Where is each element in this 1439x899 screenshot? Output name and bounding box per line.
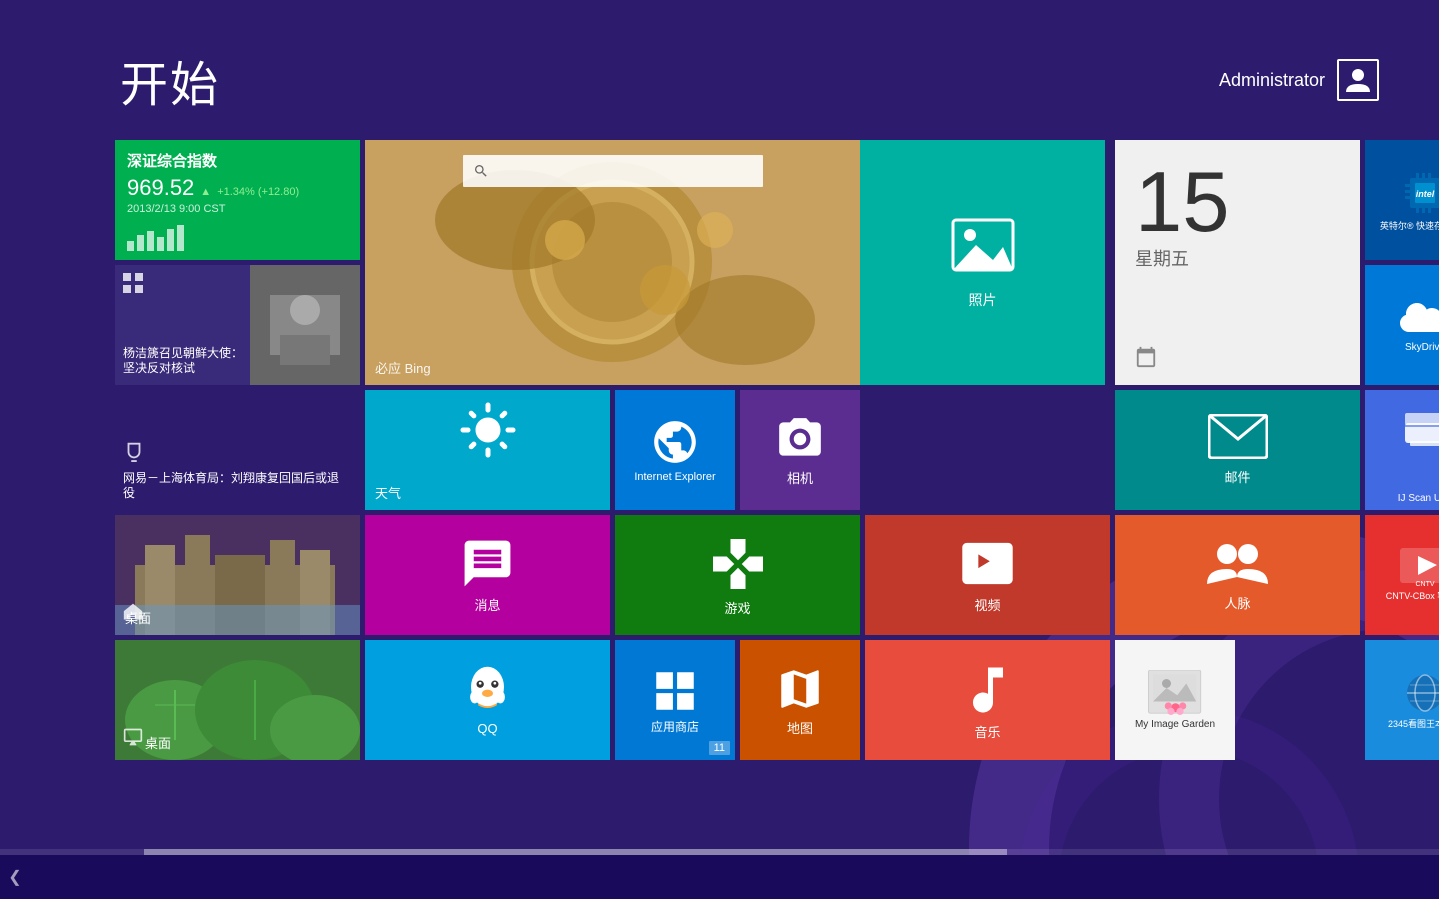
skydrive-icon: [1398, 298, 1439, 338]
games-tile[interactable]: 游戏: [615, 515, 860, 635]
people-icon: [1205, 539, 1270, 589]
calendar-tile[interactable]: 15 星期五: [1115, 140, 1360, 385]
games-icon: [708, 534, 768, 594]
user-info[interactable]: Administrator: [1219, 59, 1379, 101]
maps-label: 地图: [787, 718, 813, 737]
stock-change: +1.34% (+12.80): [217, 186, 299, 198]
taskbar: ❮: [0, 855, 1439, 899]
camera-tile[interactable]: 相机: [740, 390, 860, 510]
skydrive-label: SkyDrive: [1405, 342, 1439, 353]
camera-label: 相机: [787, 468, 813, 487]
username-label: Administrator: [1219, 70, 1325, 91]
calendar-number: 15: [1135, 160, 1340, 245]
mail-tile[interactable]: 邮件: [1115, 390, 1360, 510]
desktop-icon: [123, 727, 143, 752]
calendar-day: 星期五: [1135, 245, 1340, 271]
stock-tile[interactable]: 深证综合指数 969.52 ▲ +1.34% (+12.80) 2013/2/1…: [115, 140, 360, 260]
mail-icon: [1208, 414, 1268, 459]
trophy-icon: [123, 440, 145, 467]
news-text-2: 网易－上海体育局：刘翔康复回国后或退役: [123, 471, 343, 502]
plants-tile[interactable]: 桌面: [115, 640, 360, 760]
stock-up-arrow: ▲: [200, 186, 211, 198]
ie-label: Internet Explorer: [634, 471, 715, 483]
update-icon: [1400, 671, 1439, 716]
search-icon: [473, 163, 489, 179]
weather-tile[interactable]: 天气: [365, 390, 610, 510]
svg-text:CNTV: CNTV: [1415, 581, 1434, 588]
page-title: 开始: [120, 45, 220, 115]
calendar-icon: [1135, 346, 1157, 373]
video-label: 视频: [974, 595, 1000, 614]
qq-label: QQ: [477, 721, 497, 736]
ie-icon: [650, 417, 700, 467]
bing-tile[interactable]: 必应 Bing: [365, 140, 860, 385]
photos-tile[interactable]: 照片: [860, 140, 1105, 385]
music-tile[interactable]: 音乐: [865, 640, 1110, 760]
qq-tile[interactable]: QQ: [365, 640, 610, 760]
skydrive-tile[interactable]: SkyDrive: [1365, 265, 1439, 385]
news-icon-1: [123, 273, 143, 298]
ie-tile[interactable]: Internet Explorer: [615, 390, 735, 510]
qq-icon: [460, 664, 515, 719]
flash-storage-label: 英特尔® 快速存储技术: [1380, 221, 1439, 232]
my-image-garden-label: My Image Garden: [1135, 719, 1215, 731]
cntv-tile[interactable]: CNTV CNTV-CBox 客户端: [1365, 515, 1439, 635]
camera-icon: [775, 414, 825, 464]
stock-value: 969.52: [127, 175, 194, 201]
building-label: 桌面: [125, 608, 151, 627]
update-2345-tile[interactable]: 2345看图王本升级: [1365, 640, 1439, 760]
video-tile[interactable]: 视频: [865, 515, 1110, 635]
news-tile-1[interactable]: 杨洁篪召见朝鲜大使：坚决反对核试: [115, 265, 360, 385]
cntv-label: CNTV-CBox 客户端: [1386, 591, 1439, 602]
bing-label: 必应 Bing: [375, 358, 431, 377]
ij-scan-label: IJ Scan Ut...: [1370, 493, 1439, 505]
maps-icon: [775, 664, 825, 714]
store-badge: 11: [709, 741, 730, 755]
music-label: 音乐: [974, 722, 1000, 741]
store-icon: [650, 666, 700, 716]
news-text-1: 杨洁篪召见朝鲜大使：坚决反对核试: [123, 346, 253, 377]
bing-search-bar[interactable]: [463, 155, 763, 187]
store-tile[interactable]: 11 应用商店: [615, 640, 735, 760]
news-tile-2[interactable]: 网易－上海体育局：刘翔康复回国后或退役: [115, 390, 360, 510]
weather-label: 天气: [375, 483, 401, 502]
update-2345-label: 2345看图王本升级: [1388, 719, 1439, 730]
intel-icon: intel: [1400, 168, 1439, 218]
svg-text:intel: intel: [1416, 189, 1435, 199]
video-icon: [960, 536, 1015, 591]
sun-icon: [458, 400, 518, 460]
people-label: 人脉: [1224, 593, 1250, 612]
my-image-garden-tile[interactable]: My Image Garden: [1115, 640, 1235, 760]
messaging-tile[interactable]: 消息: [365, 515, 610, 635]
photos-icon: [948, 215, 1018, 280]
music-icon: [958, 660, 1018, 720]
user-avatar: [1337, 59, 1379, 101]
scroll-left-button[interactable]: ❮: [0, 855, 30, 899]
header: 开始 Administrator: [0, 0, 1439, 130]
maps-tile[interactable]: 地图: [740, 640, 860, 760]
games-label: 游戏: [724, 598, 750, 617]
mail-label: 邮件: [1224, 467, 1250, 486]
desktop-label: 桌面: [145, 733, 171, 752]
stock-date: 2013/2/13 9:00 CST: [127, 203, 348, 215]
flash-storage-tile[interactable]: intel 英特尔® 快速存储技术: [1365, 140, 1439, 260]
messaging-label: 消息: [474, 595, 500, 614]
stock-title: 深证综合指数: [127, 150, 348, 171]
message-icon: [460, 536, 515, 591]
ij-scan-tile[interactable]: IJ Scan Ut... Scan: [1365, 390, 1439, 510]
my-image-garden-icon: [1148, 670, 1203, 715]
store-label: 应用商店: [651, 718, 699, 735]
ij-scan-icon: [1400, 403, 1439, 448]
building-tile[interactable]: 桌面: [115, 515, 360, 635]
people-tile[interactable]: 人脉: [1115, 515, 1360, 635]
photos-label: 照片: [969, 290, 997, 310]
cntv-icon: CNTV: [1400, 548, 1439, 588]
